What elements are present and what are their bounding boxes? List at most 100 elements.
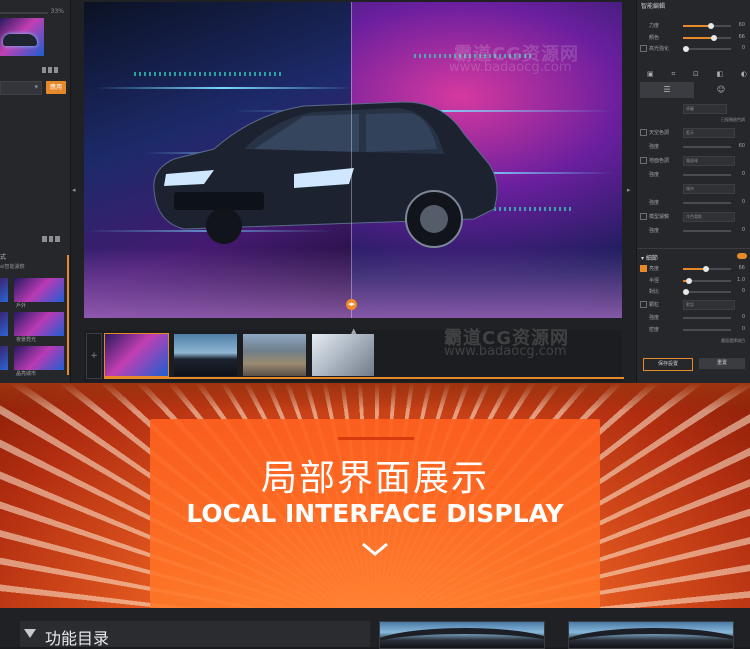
- left-panel: 33% ▾ 應用 式 ai智能濾鏡 戶外 夜景霓光 晶亮城市: [0, 0, 71, 383]
- layers-icon[interactable]: ◧: [717, 70, 724, 79]
- image-icon[interactable]: ▣: [647, 70, 654, 79]
- grain-select[interactable]: 默認: [683, 300, 735, 310]
- model-filter-checkbox[interactable]: [640, 213, 647, 220]
- sky-strength-slider[interactable]: [683, 146, 731, 148]
- brightness-slider[interactable]: [683, 266, 731, 272]
- row-label: 天空色調: [649, 130, 670, 136]
- crop-icon[interactable]: ⌗: [671, 70, 675, 79]
- apply-button[interactable]: 應用: [46, 81, 66, 94]
- ground-tone-select[interactable]: 霧面綠: [683, 156, 735, 166]
- dashboard-preview-2[interactable]: [568, 621, 734, 649]
- collapse-left-icon[interactable]: ◂: [72, 186, 76, 194]
- detail-label: 半徑: [649, 278, 660, 284]
- row-value: 60: [738, 143, 745, 149]
- banner-card: 局部界面展示 LOCAL INTERFACE DISPLAY: [150, 419, 600, 608]
- hint-text: 畫面選擇項目: [721, 338, 745, 343]
- info-icon[interactable]: ◐: [741, 70, 747, 79]
- add-image-button[interactable]: +: [86, 333, 102, 379]
- slider-value: 0: [741, 45, 745, 51]
- filmstrip: ▲ + 霸道CG资源网 www.badaocg.com: [84, 327, 624, 382]
- image-viewer[interactable]: ◂▸ 霸道CG资源网 www.badaocg.com: [84, 2, 622, 318]
- banner-title-en: LOCAL INTERFACE DISPLAY: [186, 499, 564, 528]
- row-label: 模型濾鏡: [649, 214, 670, 220]
- film-thumb-3[interactable]: [243, 334, 306, 376]
- sky-checkbox[interactable]: [640, 129, 647, 136]
- ground-checkbox[interactable]: [640, 157, 647, 164]
- grain-checkbox[interactable]: [640, 301, 647, 308]
- detail-value: 0: [741, 314, 745, 320]
- scene-strength-slider[interactable]: [683, 202, 731, 204]
- preset-item[interactable]: 晶亮城市: [14, 346, 64, 377]
- feature-menu-header[interactable]: 功能目录: [20, 621, 370, 648]
- contrast-slider[interactable]: [683, 289, 731, 295]
- view-toggle-icon[interactable]: [42, 67, 58, 73]
- scene-select[interactable]: 城市: [683, 184, 735, 194]
- preview-thumbnail[interactable]: [0, 18, 44, 56]
- grain-strength-slider[interactable]: [683, 317, 731, 319]
- car-illustration: [153, 101, 498, 248]
- detail-label: 對比: [649, 289, 660, 295]
- reset-button[interactable]: 重置: [699, 358, 745, 369]
- watermark-url: www.badaocg.com: [449, 60, 572, 75]
- right-panel: 智能編輯 力度 60 顏色 66 高光強化 0 ▣ ⌗ ⊡ ◧ ◐ ☰ ☺ 原圖…: [636, 0, 750, 383]
- film-thumb-4[interactable]: [312, 334, 374, 376]
- lock-icon[interactable]: ⊡: [693, 70, 699, 79]
- row-value: 0: [741, 227, 745, 233]
- detail-section-title: ▾ 細節: [641, 255, 658, 262]
- intensity-percent: 33%: [50, 8, 64, 15]
- slider-label: 力度: [649, 23, 660, 29]
- detail-label: 強度: [649, 315, 660, 321]
- compare-handle[interactable]: ◂▸: [346, 299, 357, 310]
- preset-item[interactable]: 夜景霓光: [14, 312, 64, 343]
- radius-slider[interactable]: [683, 278, 731, 284]
- film-thumb-1[interactable]: [104, 333, 169, 377]
- mode-tabs: ☰ ☺: [640, 82, 748, 98]
- compare-divider[interactable]: [351, 2, 352, 318]
- tab-portrait[interactable]: ☺: [694, 82, 748, 98]
- detail-value: 0: [741, 288, 745, 294]
- dashboard-preview-1[interactable]: [379, 621, 545, 649]
- row-label: 地面色調: [649, 158, 670, 164]
- preset-thumb-partial[interactable]: [0, 312, 8, 336]
- original-select[interactable]: 原圖: [683, 104, 727, 114]
- row-label: 強度: [649, 144, 660, 150]
- grid-toggle-icon[interactable]: [42, 236, 61, 242]
- banner-title-cn: 局部界面展示: [260, 458, 489, 499]
- color-slider[interactable]: [683, 35, 731, 41]
- film-thumb-2[interactable]: [174, 334, 237, 376]
- section-subtitle: ai智能濾鏡: [0, 264, 25, 270]
- detail-label: 亮度: [649, 266, 660, 272]
- highlight-checkbox[interactable]: [640, 45, 647, 52]
- preset-thumb-partial[interactable]: [0, 346, 8, 370]
- row-label: 強度: [649, 200, 660, 206]
- grain-density-slider[interactable]: [683, 329, 731, 331]
- collapse-right-icon[interactable]: ▸: [627, 186, 631, 194]
- preset-item[interactable]: 戶外: [14, 278, 64, 309]
- preset-select[interactable]: ▾: [0, 81, 42, 95]
- save-settings-button[interactable]: 保存設置: [643, 358, 693, 371]
- model-strength-slider[interactable]: [683, 230, 731, 232]
- strength-slider[interactable]: [683, 23, 731, 29]
- timeline-progress: [104, 377, 624, 379]
- detail-toggle[interactable]: [737, 253, 747, 259]
- detail-value: 1.0: [737, 277, 745, 283]
- triangle-down-icon: [24, 629, 36, 638]
- row-value: 0: [741, 171, 745, 177]
- brightness-checkbox[interactable]: [640, 265, 647, 272]
- preset-thumb-partial[interactable]: [0, 278, 8, 302]
- banner-top-band: [0, 383, 750, 411]
- ground-strength-slider[interactable]: [683, 174, 731, 176]
- highlight-slider[interactable]: [683, 46, 731, 52]
- tone-link[interactable]: 已經開啟色調: [721, 117, 745, 123]
- intensity-slider[interactable]: [0, 12, 48, 14]
- watermark-url: www.badaocg.com: [444, 344, 567, 359]
- app-window: 33% ▾ 應用 式 ai智能濾鏡 戶外 夜景霓光 晶亮城市 ◂ ▸ ◂▸ 霸道…: [0, 0, 750, 383]
- model-filter-select[interactable]: 冷色電影: [683, 212, 735, 222]
- tool-icons: ▣ ⌗ ⊡ ◧ ◐: [647, 70, 747, 79]
- sliders-icon: ☰: [663, 85, 671, 94]
- light-streak: [94, 87, 354, 89]
- sky-tone-select[interactable]: 藍天: [683, 128, 735, 138]
- tab-adjust[interactable]: ☰: [640, 82, 694, 98]
- scrollbar[interactable]: [67, 255, 69, 375]
- section-title: 式: [0, 254, 7, 261]
